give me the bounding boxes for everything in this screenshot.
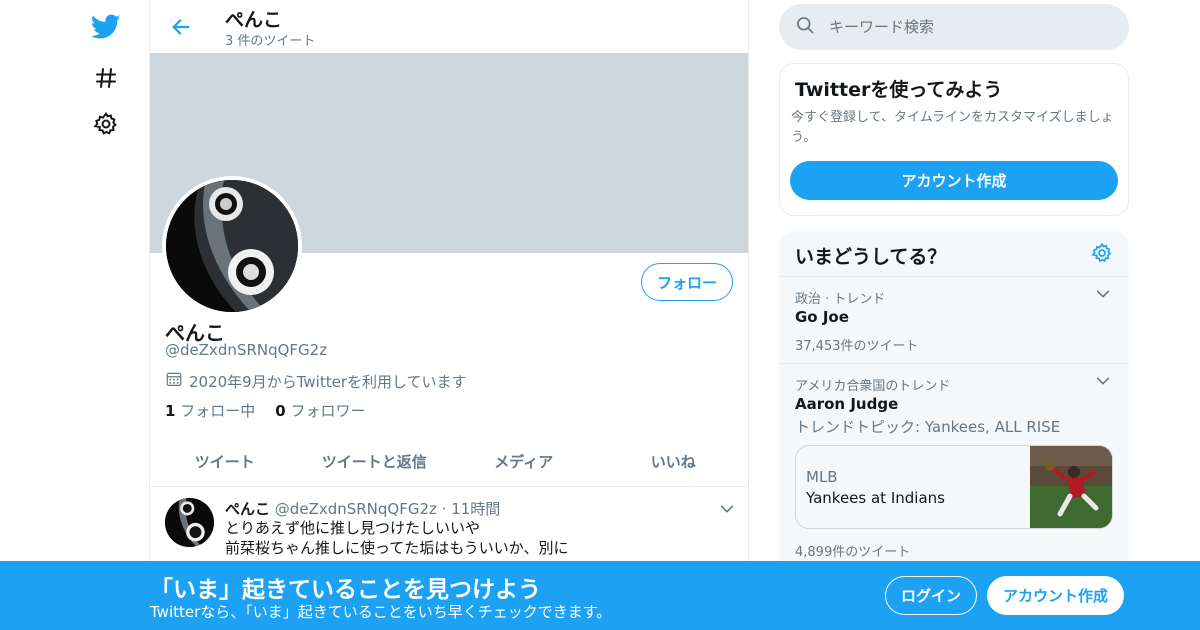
chevron-down-icon[interactable] bbox=[1095, 373, 1115, 393]
event-source: MLB bbox=[806, 468, 838, 486]
profile-column: ぺんこ 3 件のツイート フォロー ぺんこ @deZxdnSRNqQFG2z 2… bbox=[149, 0, 749, 630]
profile-stats: 1 フォロー中 0 フォロワー bbox=[165, 400, 365, 421]
bottom-bar-subtitle: Twitterなら、「いま」起きていることをいち早くチェックできます。 bbox=[150, 603, 612, 621]
search-box[interactable] bbox=[779, 4, 1129, 50]
trend-meta: アメリカ合衆国のトレンド bbox=[795, 379, 951, 394]
followers-label: フォロワー bbox=[290, 402, 366, 420]
tab-tweets[interactable]: ツイート bbox=[150, 437, 300, 486]
trends-header: いまどうしてる？ bbox=[779, 231, 1129, 277]
signup-card: Twitterを使ってみよう 今すぐ登録して、タイムラインをカスタマイズしましょ… bbox=[779, 63, 1129, 216]
followers-count: 0 bbox=[275, 402, 286, 420]
profile-handle: @deZxdnSRNqQFG2z bbox=[165, 341, 328, 359]
tweet-text: とりあえず他に推し見つけたしいいや 前栞桜ちゃん推しに使ってた垢はもういいか、別… bbox=[225, 518, 569, 558]
trends-title: いまどうしてる？ bbox=[795, 246, 947, 268]
profile-header-bar: ぺんこ 3 件のツイート bbox=[150, 0, 748, 53]
twitter-bird-icon[interactable] bbox=[88, 9, 124, 45]
tab-tweets-and-replies[interactable]: ツイートと返信 bbox=[300, 437, 450, 486]
back-arrow-icon[interactable] bbox=[166, 12, 196, 42]
tweet-line: とりあえず他に推し見つけたしいいや bbox=[225, 519, 481, 537]
tweet-time[interactable]: · 11時間 bbox=[442, 500, 501, 518]
signup-button[interactable]: アカウント作成 bbox=[987, 576, 1124, 615]
search-icon bbox=[795, 15, 815, 39]
tweet-line: 前栞桜ちゃん推しに使ってた垢はもういいか、別に bbox=[225, 539, 569, 557]
joined-text: 2020年9月からTwitterを利用しています bbox=[189, 372, 467, 391]
follow-button[interactable]: フォロー bbox=[641, 263, 733, 301]
trend-name: Go Joe bbox=[795, 308, 849, 326]
profile-avatar[interactable] bbox=[162, 176, 302, 316]
event-card[interactable]: MLB Yankees at Indians bbox=[795, 445, 1113, 529]
bottom-bar-title: 「いま」起きていることを見つけよう bbox=[150, 577, 541, 603]
login-button[interactable]: ログイン bbox=[885, 576, 977, 615]
profile-tabs: ツイート ツイートと返信 メディア いいね bbox=[150, 437, 748, 487]
following-label: フォロー中 bbox=[180, 402, 256, 420]
event-title: Yankees at Indians bbox=[806, 489, 945, 507]
page: ぺんこ 3 件のツイート フォロー ぺんこ @deZxdnSRNqQFG2z 2… bbox=[0, 0, 1200, 630]
event-image bbox=[1030, 446, 1112, 528]
chevron-down-icon[interactable] bbox=[1095, 286, 1115, 306]
trend-topic: トレンドトピック: Yankees, ALL RISE bbox=[795, 418, 1061, 436]
search-input[interactable] bbox=[829, 18, 1099, 36]
tweet-author-handle[interactable]: @deZxdnSRNqQFG2z bbox=[275, 500, 437, 518]
trend-item[interactable]: 政治 · トレンド Go Joe 37,453件のツイート bbox=[779, 277, 1129, 364]
bottom-signup-bar: 「いま」起きていることを見つけよう Twitterなら、「いま」起きていることを… bbox=[0, 561, 1200, 630]
trend-meta: 政治 · トレンド bbox=[795, 292, 886, 307]
calendar-icon bbox=[165, 370, 183, 392]
tweet[interactable]: ぺんこ @deZxdnSRNqQFG2z · 11時間 とりあえず他に推し見つけ… bbox=[150, 488, 748, 568]
following-count: 1 bbox=[165, 402, 176, 420]
header-tweet-count: 3 件のツイート bbox=[225, 34, 316, 49]
hashtag-icon[interactable] bbox=[88, 60, 124, 96]
tab-likes[interactable]: いいね bbox=[599, 437, 749, 486]
signup-card-description: 今すぐ登録して、タイムラインをカスタマイズしましょう。 bbox=[791, 110, 1114, 145]
trend-count: 4,899件のツイート bbox=[795, 545, 911, 560]
signup-card-title: Twitterを使ってみよう bbox=[795, 79, 1003, 101]
followers-link[interactable]: 0 フォロワー bbox=[275, 400, 365, 421]
gear-icon[interactable] bbox=[88, 106, 124, 142]
left-nav bbox=[80, 0, 140, 630]
header-name: ぺんこ bbox=[225, 9, 283, 31]
tweet-author-name[interactable]: ぺんこ bbox=[225, 500, 270, 518]
trend-name: Aaron Judge bbox=[795, 395, 899, 413]
gear-icon[interactable] bbox=[1091, 242, 1115, 266]
profile-joined: 2020年9月からTwitterを利用しています bbox=[165, 370, 467, 392]
avatar-image bbox=[166, 180, 298, 312]
tweet-header: ぺんこ @deZxdnSRNqQFG2z · 11時間 bbox=[225, 498, 500, 519]
chevron-down-icon[interactable] bbox=[716, 498, 738, 520]
tweet-avatar[interactable] bbox=[165, 498, 214, 547]
tab-media[interactable]: メディア bbox=[449, 437, 599, 486]
following-link[interactable]: 1 フォロー中 bbox=[165, 400, 255, 421]
trend-count: 37,453件のツイート bbox=[795, 339, 919, 354]
create-account-button[interactable]: アカウント作成 bbox=[790, 161, 1118, 200]
